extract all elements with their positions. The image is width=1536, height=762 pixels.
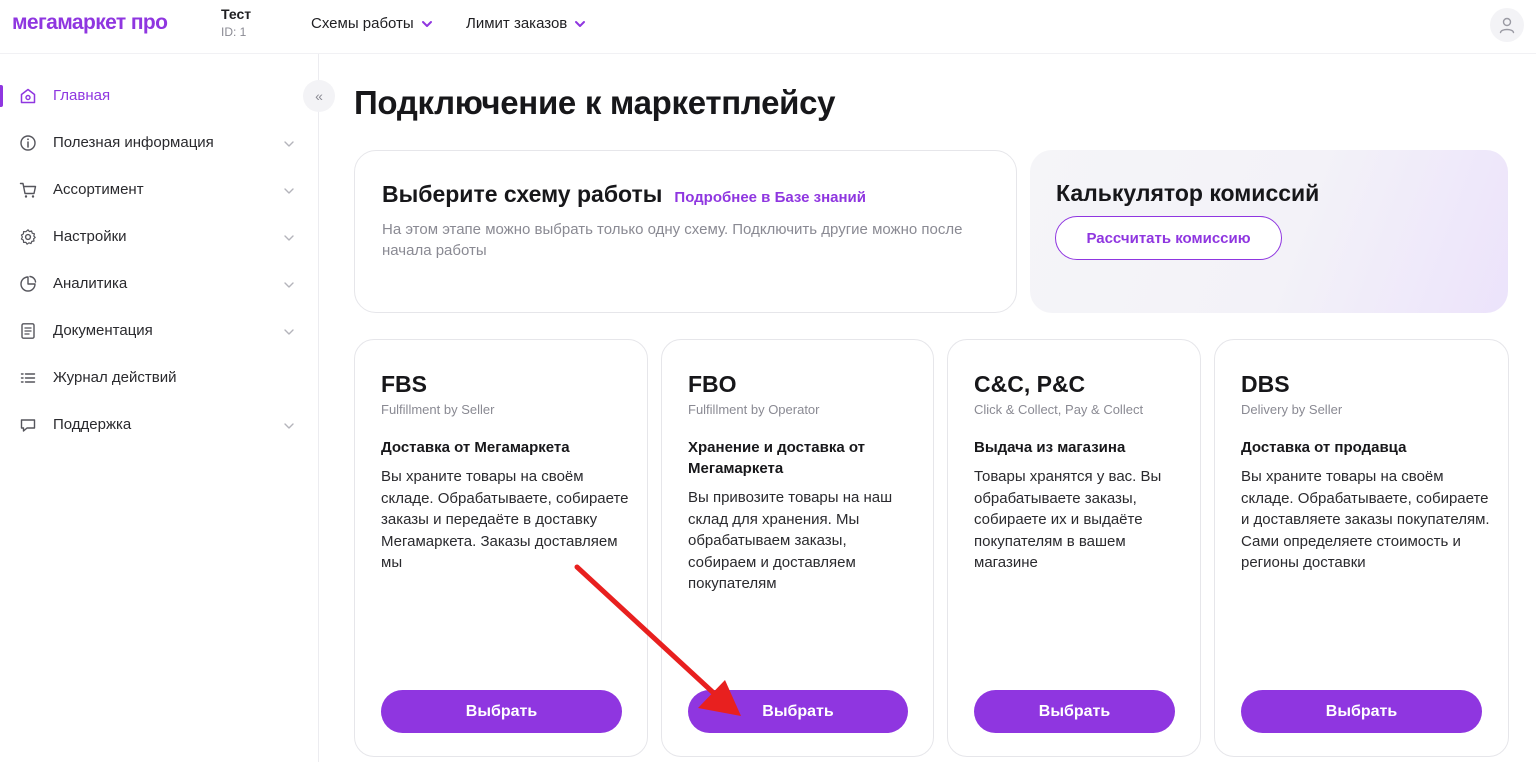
card-heading: Доставка от продавца — [1241, 439, 1407, 456]
card-heading: Доставка от Мегамаркета — [381, 439, 570, 456]
card-subtitle: Delivery by Seller — [1241, 402, 1343, 417]
chevron-down-icon — [421, 20, 432, 27]
card-description: Вы храните товары на своём складе. Обраб… — [381, 468, 629, 571]
document-icon — [21, 323, 35, 339]
chevron-down-icon — [284, 235, 294, 241]
sidebar-item-support[interactable]: Поддержка — [0, 405, 318, 445]
sidebar-item-analytics[interactable]: Аналитика — [0, 264, 318, 304]
card-description: Вы привозите товары на наш склад для хра… — [688, 489, 893, 592]
select-fbs-button[interactable]: Выбрать — [381, 690, 622, 733]
select-dbs-button[interactable]: Выбрать — [1241, 690, 1482, 733]
commission-calculator-panel: Калькулятор комиссий Рассчитать комиссию — [1030, 150, 1508, 313]
select-fbo-button[interactable]: Выбрать — [688, 690, 908, 733]
logo[interactable]: мегамаркет про — [12, 11, 168, 35]
sidebar: Главная Полезная информация Ассортимент … — [0, 54, 319, 762]
chevron-down-icon — [284, 141, 294, 147]
pie-chart-icon — [20, 275, 37, 292]
user-avatar[interactable] — [1490, 8, 1524, 42]
account-switcher[interactable]: Тест ID: 1 — [221, 6, 251, 39]
card-title: DBS — [1241, 371, 1290, 397]
gear-icon — [20, 229, 36, 245]
sidebar-item-label: Документация — [53, 322, 153, 339]
sidebar-item-label: Главная — [53, 87, 111, 104]
top-bar: мегамаркет про Тест ID: 1 Схемы работы Л… — [0, 0, 1536, 54]
nav-work-schemes-label: Схемы работы — [311, 15, 414, 32]
nav-order-limit-label: Лимит заказов — [466, 15, 568, 32]
sidebar-item-activity-log[interactable]: Журнал действий — [0, 358, 318, 398]
chevron-down-icon — [284, 282, 294, 288]
user-icon — [1499, 17, 1515, 34]
scheme-card-dbs: DBS Delivery by Seller Доставка от прода… — [1214, 339, 1509, 757]
card-description: Товары хранятся у вас. Вы обрабатываете … — [974, 468, 1162, 571]
scheme-description: На этом этапе можно выбрать только одну … — [382, 221, 963, 259]
sidebar-item-useful-info[interactable]: Полезная информация — [0, 123, 318, 163]
sidebar-item-label: Настройки — [53, 228, 127, 245]
sidebar-item-home[interactable]: Главная — [0, 76, 318, 116]
card-heading: Хранение и доставка от Мегамаркета — [688, 439, 865, 477]
card-title: C&C, P&C — [974, 371, 1086, 397]
chevron-down-icon — [284, 188, 294, 194]
scheme-heading: Выберите схему работы — [382, 181, 663, 207]
chevron-down-icon — [284, 423, 294, 429]
nav-work-schemes[interactable]: Схемы работы — [311, 15, 433, 32]
select-cc-pc-button[interactable]: Выбрать — [974, 690, 1175, 733]
scheme-card-cc-pc: C&C, P&C Click & Collect, Pay & Collect … — [947, 339, 1201, 757]
sidebar-item-settings[interactable]: Настройки — [0, 217, 318, 257]
knowledge-base-link[interactable]: Подробнее в Базе знаний — [674, 189, 866, 206]
calculate-commission-button[interactable]: Рассчитать комиссию — [1055, 216, 1282, 260]
account-id: ID: 1 — [221, 25, 247, 39]
double-chevron-left-icon: « — [315, 88, 323, 104]
chevron-down-icon — [575, 20, 586, 27]
calculator-title: Калькулятор комиссий — [1056, 180, 1320, 206]
home-icon — [20, 88, 36, 104]
card-title: FBO — [688, 371, 737, 397]
card-subtitle: Fulfillment by Seller — [381, 402, 495, 417]
card-heading: Выдача из магазина — [974, 439, 1126, 456]
page-title: Подключение к маркетплейсу — [354, 84, 836, 121]
sidebar-item-documentation[interactable]: Документация — [0, 311, 318, 351]
active-indicator — [0, 85, 3, 107]
scheme-card-fbs: FBS Fulfillment by Seller Доставка от Ме… — [354, 339, 648, 757]
list-icon — [20, 373, 36, 383]
sidebar-item-label: Аналитика — [53, 275, 128, 292]
scheme-card-fbo: FBO Fulfillment by Operator Хранение и д… — [661, 339, 934, 757]
nav-order-limit[interactable]: Лимит заказов — [466, 15, 586, 32]
scheme-intro-panel: Выберите схему работы Подробнее в Базе з… — [354, 150, 1017, 313]
sidebar-item-label: Полезная информация — [53, 134, 214, 151]
sidebar-item-assortment[interactable]: Ассортимент — [0, 170, 318, 210]
card-title: FBS — [381, 371, 427, 397]
card-subtitle: Click & Collect, Pay & Collect — [974, 402, 1144, 417]
card-description: Вы храните товары на своём складе. Обраб… — [1241, 468, 1490, 571]
sidebar-item-label: Ассортимент — [53, 181, 144, 198]
cart-icon — [19, 182, 37, 198]
info-icon — [20, 135, 36, 151]
sidebar-item-label: Журнал действий — [53, 369, 177, 386]
sidebar-item-label: Поддержка — [53, 416, 132, 433]
collapse-sidebar-button[interactable]: « — [303, 80, 335, 112]
chat-icon — [20, 419, 36, 432]
account-name: Тест — [221, 6, 252, 22]
chevron-down-icon — [284, 329, 294, 335]
scheme-heading-row: Выберите схему работы Подробнее в Базе з… — [382, 181, 866, 208]
card-subtitle: Fulfillment by Operator — [688, 402, 820, 417]
